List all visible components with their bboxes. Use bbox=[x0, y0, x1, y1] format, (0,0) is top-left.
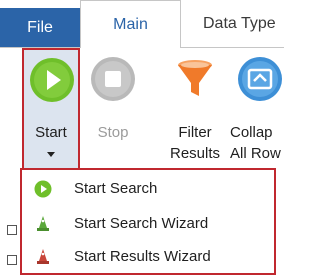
funnel-icon bbox=[178, 60, 212, 96]
menu-item-start-search-wizard[interactable]: Start Search Wizard bbox=[22, 207, 274, 241]
ribbon-tab-strip: File Main Data Type bbox=[0, 0, 284, 48]
start-button[interactable]: Start bbox=[22, 48, 80, 170]
start-dropdown-menu: Start Search Start Search Wizard Start R… bbox=[20, 168, 276, 275]
wizard-green-icon bbox=[37, 216, 49, 231]
tab-main[interactable]: Main bbox=[80, 0, 181, 48]
left-pane-edge bbox=[0, 170, 20, 275]
collapse-rows-icon bbox=[238, 57, 282, 101]
collapse-all-rows-label-line1: Collap bbox=[230, 124, 273, 141]
filter-results-label-line1: Filter bbox=[178, 124, 212, 141]
menu-item-label: Start Results Wizard bbox=[74, 248, 211, 265]
menu-item-label: Start Search Wizard bbox=[74, 215, 209, 232]
menu-item-label: Start Search bbox=[74, 180, 158, 197]
stop-circle-icon bbox=[91, 57, 135, 101]
wizard-red-icon bbox=[37, 249, 49, 264]
row-checkbox[interactable] bbox=[7, 225, 17, 235]
ribbon-main: Start Stop Filter Results Collap All Row bbox=[0, 48, 284, 170]
chevron-down-icon[interactable] bbox=[47, 152, 55, 157]
start-button-label: Start bbox=[35, 124, 67, 141]
tab-data-type[interactable]: Data Type bbox=[181, 0, 284, 47]
stop-button[interactable]: Stop bbox=[90, 48, 136, 170]
menu-item-start-search[interactable]: Start Search bbox=[22, 172, 274, 206]
filter-results-label-line2: Results bbox=[169, 145, 221, 162]
play-circle-icon bbox=[34, 180, 52, 198]
stop-button-label: Stop bbox=[97, 124, 129, 141]
collapse-all-rows-button[interactable]: Collap All Row bbox=[227, 48, 297, 170]
play-circle-icon bbox=[30, 58, 74, 102]
tab-file[interactable]: File bbox=[0, 0, 80, 47]
row-checkbox[interactable] bbox=[7, 255, 17, 265]
filter-results-button[interactable]: Filter Results bbox=[165, 48, 225, 170]
menu-item-start-results-wizard[interactable]: Start Results Wizard bbox=[22, 240, 274, 274]
collapse-all-rows-label-line2: All Row bbox=[230, 145, 281, 162]
